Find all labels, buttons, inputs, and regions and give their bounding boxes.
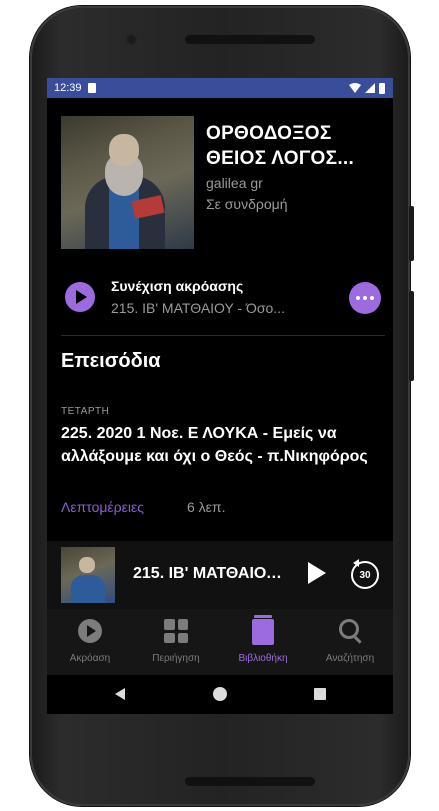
back-icon[interactable] — [115, 688, 125, 700]
thumb-figure-robe — [71, 575, 105, 603]
nav-item-listen[interactable]: Ακρόαση — [47, 609, 133, 675]
episode-duration: 6 λεπ. — [187, 499, 226, 515]
nav-label: Βιβλιοθήκη — [238, 653, 288, 664]
episodes-heading: Επεισόδια — [61, 350, 161, 372]
volume-button — [409, 291, 414, 381]
podcast-header: ΟΡΘΟΔΟΞΟΣ ΘΕΙΟΣ ΛΟΓΟΣ... galilea gr Σε σ… — [61, 116, 381, 251]
podcast-title: ΟΡΘΟΔΟΞΟΣ ΘΕΙΟΣ ΛΟΓΟΣ... — [206, 123, 355, 169]
top-speaker — [185, 35, 315, 44]
app-screen: 12:39 ΟΡΘΟΔΟΞΟΣ ΘΕΙΟΣ ΛΟΓΟΣ... galilea g… — [47, 78, 393, 714]
mini-player-thumbnail[interactable] — [61, 547, 115, 603]
continue-label: Συνέχιση ακρόασης — [111, 278, 244, 294]
mini-player-title[interactable]: 215. ΙΒ' ΜΑΤΘΑΙΟΥ - Όσο — [133, 565, 283, 583]
bottom-navigation: Ακρόαση Περιήγηση Βιβλιοθήκη Αναζήτηση — [47, 609, 393, 675]
signal-icon — [365, 83, 375, 93]
nav-item-browse[interactable]: Περιήγηση — [133, 609, 219, 675]
nav-item-library[interactable]: Βιβλιοθήκη — [220, 609, 306, 675]
nav-label: Περιήγηση — [152, 653, 200, 664]
grid-icon — [164, 619, 188, 643]
nav-label: Αναζήτηση — [325, 653, 375, 664]
nav-item-search[interactable]: Αναζήτηση — [307, 609, 393, 675]
continue-play-button[interactable] — [65, 282, 95, 312]
mini-play-icon[interactable] — [308, 562, 326, 584]
library-icon — [252, 615, 274, 645]
status-time: 12:39 — [54, 82, 82, 94]
sd-card-icon — [87, 83, 96, 93]
play-circle-icon — [78, 619, 102, 643]
podcast-author[interactable]: galilea gr — [206, 175, 263, 191]
system-navigation-bar — [47, 675, 393, 714]
episode-title[interactable]: 225. 2020 1 Νοε. Ε ΛΟΥΚΑ - Εμείς να αλλά… — [61, 422, 386, 468]
recent-apps-icon[interactable] — [314, 688, 326, 700]
home-icon[interactable] — [213, 687, 227, 701]
podcast-cover-image[interactable] — [61, 116, 194, 249]
continue-episode-title: 215. ΙΒ' ΜΑΤΘΑΙΟΥ - Όσο... — [111, 300, 285, 316]
subscription-status: Σε συνδρομή — [206, 196, 288, 212]
skip-30-button[interactable]: 30 — [351, 561, 379, 589]
episode-day: ΤΕΤΑΡΤΗ — [61, 406, 110, 417]
status-icons — [349, 82, 385, 94]
wifi-icon — [349, 83, 361, 93]
continue-listening-row[interactable]: Συνέχιση ακρόασης 215. ΙΒ' ΜΑΤΘΑΙΟΥ - Όσ… — [61, 278, 381, 318]
battery-icon — [379, 82, 385, 94]
more-dot-icon — [370, 296, 374, 300]
mini-player[interactable]: 215. ΙΒ' ΜΑΤΘΑΙΟΥ - Όσο 30 — [47, 541, 393, 609]
cover-figure-head — [109, 134, 139, 166]
thumb-figure-head — [79, 557, 95, 573]
bottom-speaker — [185, 777, 315, 786]
more-dot-icon — [363, 296, 367, 300]
front-camera — [127, 35, 136, 44]
more-dot-icon — [356, 296, 360, 300]
episode-details-link[interactable]: Λεπτομέρειες — [61, 499, 144, 515]
divider — [61, 335, 385, 336]
search-icon — [339, 619, 359, 639]
power-button — [409, 206, 414, 261]
play-icon — [76, 290, 87, 304]
more-options-button[interactable] — [349, 282, 381, 314]
status-bar: 12:39 — [47, 78, 393, 98]
nav-label: Ακρόαση — [69, 653, 111, 664]
